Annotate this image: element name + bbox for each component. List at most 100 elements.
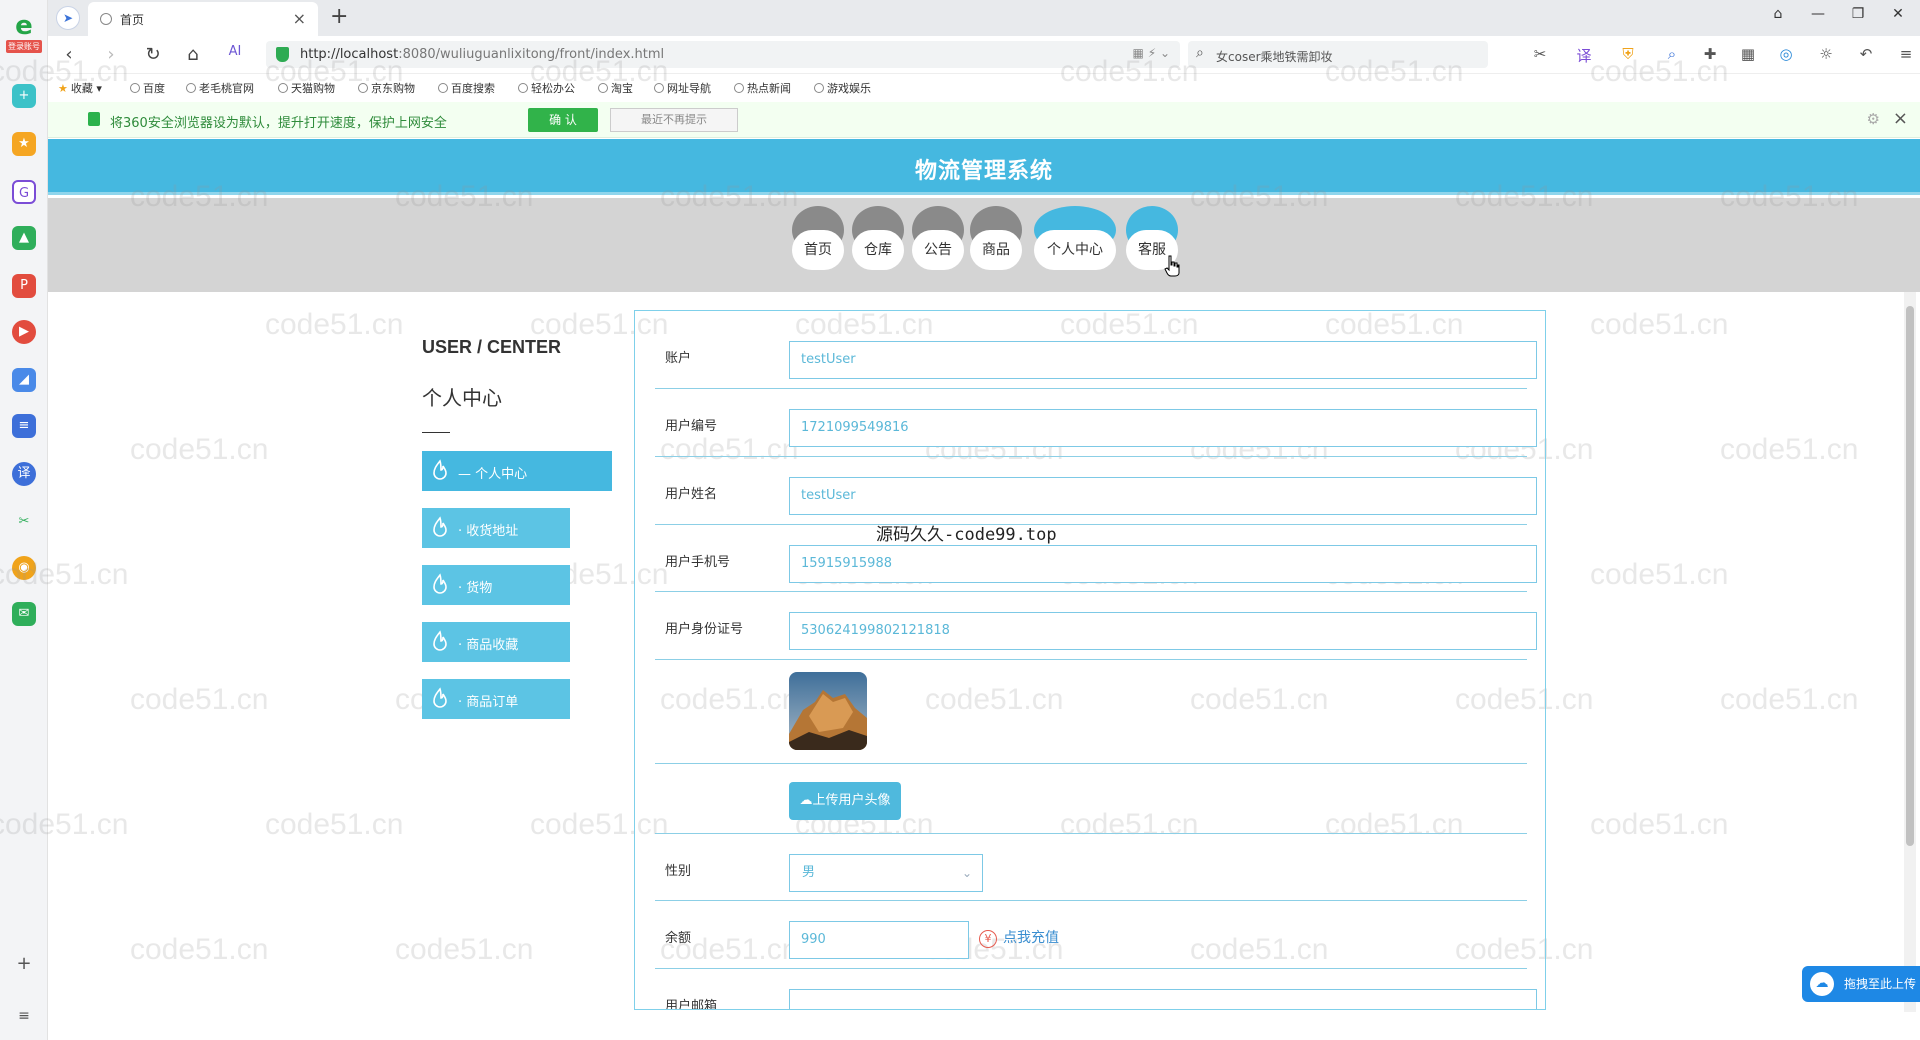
menu-label: · 商品收藏 <box>458 638 519 653</box>
back-button[interactable]: ‹ <box>58 44 80 65</box>
page-scrollbar[interactable] <box>1904 292 1916 1012</box>
nav-announcement[interactable]: 公告 <box>912 206 964 274</box>
browser-sidebar: e 登录账号 + ★ G ▲ P ▶ ◢ ≡ 译 ✂ ◉ ✉ + ≡ <box>0 0 48 1040</box>
nav-warehouse[interactable]: 仓库 <box>852 206 904 274</box>
main-menu-icon[interactable]: ≡ <box>1894 45 1918 63</box>
idcard-input[interactable]: 530624199802121818 <box>789 612 1537 650</box>
recharge-link[interactable]: ¥ 点我充值 <box>979 927 1059 948</box>
site-icon <box>438 83 448 93</box>
document-ai-icon[interactable]: ≡ <box>12 414 36 438</box>
site-icon <box>654 83 664 93</box>
restore-button[interactable]: ❐ <box>1844 6 1872 22</box>
bookmark-jd[interactable]: 京东购物 <box>358 80 415 96</box>
pdf-ai-icon[interactable]: P <box>12 274 36 298</box>
translate-icon[interactable]: 译 <box>12 462 36 486</box>
compass-icon[interactable]: ➤ <box>56 6 80 30</box>
site-icon <box>278 83 288 93</box>
extensions-icon[interactable]: ✚ <box>1698 45 1722 63</box>
bookmark-favorites[interactable]: ★ 收藏 ▾ <box>58 80 102 96</box>
weibo-icon[interactable]: ◉ <box>12 556 36 580</box>
shirt-skin-icon[interactable]: ⌂ <box>1764 6 1792 22</box>
tab-bar: ➤ 首页 × + ⌂ — ❐ ✕ <box>48 0 1920 36</box>
menu-goods-orders[interactable]: · 商品订单 <box>422 679 570 719</box>
menu-goods-favorites[interactable]: · 商品收藏 <box>422 622 570 662</box>
close-notice-icon[interactable]: × <box>1893 108 1908 129</box>
upload-avatar-button[interactable]: ☁上传用户头像 <box>789 782 901 820</box>
ai-assistant-icon[interactable]: G <box>12 180 36 204</box>
idcard-label: 用户身份证号 <box>665 622 744 637</box>
scrollbar-thumb[interactable] <box>1906 306 1914 846</box>
form-row-gender: 性别 男 ⌄ <box>655 834 1527 901</box>
minimize-button[interactable]: — <box>1804 6 1832 22</box>
sidebar-menu-icon[interactable]: ≡ <box>14 1006 34 1026</box>
translate-tool-icon[interactable]: 译 <box>1572 45 1596 66</box>
undo-icon[interactable]: ↶ <box>1854 45 1878 63</box>
image-ai-icon[interactable]: ▲ <box>12 226 36 250</box>
magnifier-tool-icon[interactable]: ⌕ <box>1660 45 1684 63</box>
drag-upload-widget[interactable]: ☁ 拖拽至此上传 <box>1802 966 1920 1002</box>
forward-button[interactable]: › <box>100 44 122 65</box>
add-sidebar-icon[interactable]: + <box>14 954 34 974</box>
bookmark-taobao[interactable]: 淘宝 <box>598 80 633 96</box>
form-row-name: 用户姓名 testUser <box>655 457 1537 525</box>
chart-ai-icon[interactable]: ◢ <box>12 368 36 392</box>
menu-shipping-address[interactable]: · 收货地址 <box>422 508 570 548</box>
bookmark-navigation[interactable]: 网址导航 <box>654 80 711 96</box>
nav-home[interactable]: 首页 <box>792 206 844 274</box>
nav-user-center[interactable]: 个人中心 <box>1034 206 1116 274</box>
notice-confirm-button[interactable]: 确 认 <box>528 108 598 132</box>
url-input[interactable]: http://localhost:8080/wuliuguanlixitong/… <box>266 41 1180 68</box>
flame-icon <box>433 573 447 594</box>
flame-icon <box>433 516 447 537</box>
bookmark-office[interactable]: 轻松办公 <box>518 80 575 96</box>
bookmark-baidu-search[interactable]: 百度搜索 <box>438 80 495 96</box>
tab-favicon-icon <box>100 13 112 25</box>
star-favorites-icon[interactable]: ★ <box>12 132 36 156</box>
userno-input[interactable]: 1721099549816 <box>789 409 1537 447</box>
login-account-tag[interactable]: 登录账号 <box>6 40 42 53</box>
nav-goods[interactable]: 商品 <box>970 206 1022 274</box>
bookmark-tmall[interactable]: 天猫购物 <box>278 80 335 96</box>
menu-cargo[interactable]: · 货物 <box>422 565 570 605</box>
shield-tool-icon[interactable]: ⛨ <box>1616 45 1640 63</box>
reload-button[interactable]: ↻ <box>142 44 164 65</box>
tab-close-icon[interactable]: × <box>293 9 306 28</box>
screenshot-scissors-icon[interactable]: ✂ <box>1528 45 1552 63</box>
bookmark-news[interactable]: 热点新闻 <box>734 80 791 96</box>
site-header: 物流管理系统 <box>48 139 1920 195</box>
balance-input[interactable]: 990 <box>789 921 969 959</box>
drag-upload-label: 拖拽至此上传 <box>1844 977 1917 991</box>
mail-icon[interactable]: ✉ <box>12 602 36 626</box>
bookmark-baidu[interactable]: 百度 <box>130 80 165 96</box>
close-window-button[interactable]: ✕ <box>1884 6 1912 22</box>
scissors-icon[interactable]: ✂ <box>12 510 36 534</box>
gender-select[interactable]: 男 ⌄ <box>789 854 983 892</box>
video-ai-icon[interactable]: ▶ <box>12 320 36 344</box>
ai-icon[interactable]: AI <box>224 44 246 59</box>
new-tab-button[interactable]: + <box>330 4 348 29</box>
menu-label: · 商品订单 <box>458 695 519 710</box>
account-input[interactable]: testUser <box>789 341 1537 379</box>
bookmark-games[interactable]: 游戏娱乐 <box>814 80 871 96</box>
search-input[interactable]: ⌕ 女coser乘地铁需卸妆 <box>1188 41 1488 68</box>
tab-home[interactable]: 首页 × <box>88 2 318 36</box>
yen-icon: ¥ <box>979 930 997 948</box>
url-actions-icon[interactable]: ▦ ⚡ ⌄ <box>1133 46 1170 60</box>
phone-input[interactable]: 15915915988 <box>789 545 1537 583</box>
apps-grid-icon[interactable]: ▦ <box>1736 45 1760 63</box>
email-input[interactable] <box>789 989 1537 1009</box>
plus-app-icon[interactable]: + <box>12 84 36 108</box>
notice-dismiss-button[interactable]: 最近不再提示 <box>610 108 738 132</box>
gear-icon[interactable]: ⚙ <box>1867 110 1880 128</box>
form-row-email: 用户邮箱 <box>655 969 1537 1009</box>
sync-icon[interactable]: ◎ <box>1774 45 1798 63</box>
name-input[interactable]: testUser <box>789 477 1537 515</box>
form-row-phone: 用户手机号 15915915988 <box>655 525 1537 592</box>
browser-logo[interactable]: e 登录账号 <box>6 12 42 58</box>
default-browser-notice: 将360安全浏览器设为默认，提升打开速度，保护上网安全 确 认 最近不再提示 ⚙… <box>48 102 1920 138</box>
menu-user-center[interactable]: — 个人中心 <box>422 451 612 491</box>
bookmark-laomaotao[interactable]: 老毛桃官网 <box>186 80 254 96</box>
brightness-icon[interactable]: ☼ <box>1814 45 1838 63</box>
cloud-upload-icon: ☁ <box>1810 972 1834 996</box>
home-button[interactable]: ⌂ <box>182 44 204 65</box>
